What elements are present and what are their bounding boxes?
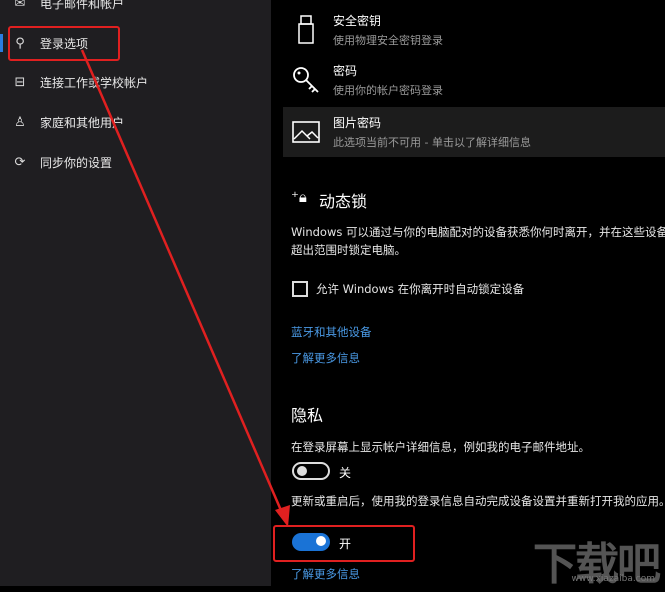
annotation-arrow <box>80 49 290 527</box>
